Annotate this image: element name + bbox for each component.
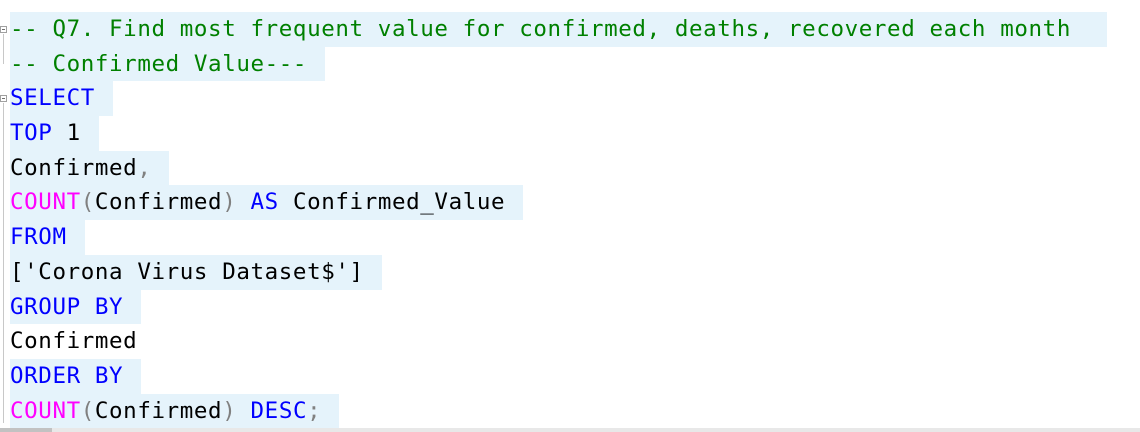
selected-text: FROM <box>10 220 85 255</box>
code-token: FROM <box>10 224 67 251</box>
code-token: Confirmed <box>10 154 138 181</box>
selected-text: -- Confirmed Value--- <box>10 46 326 82</box>
code-line[interactable]: -- Q7. Find most frequent value for conf… <box>10 12 1140 47</box>
selected-text: COUNT(Confirmed) DESC; <box>10 393 340 429</box>
horizontal-scrollbar[interactable] <box>0 428 1140 432</box>
selected-text: GROUP BY <box>10 289 142 325</box>
code-token: -- Q7. Find most frequent value for conf… <box>10 16 1071 42</box>
selected-text: ORDER BY <box>10 358 142 394</box>
code-line[interactable]: FROM <box>10 220 1140 255</box>
code-line[interactable]: TOP 1 <box>10 116 1140 151</box>
code-token: DESC <box>250 397 308 424</box>
fold-gutter <box>0 0 10 428</box>
code-token: ORDER BY <box>10 362 124 389</box>
code-line[interactable]: ['Corona Virus Dataset$'] <box>10 254 1140 290</box>
code-token: COUNT <box>10 189 81 216</box>
collapse-region-icon[interactable] <box>0 95 7 102</box>
code-token: COUNT <box>10 397 81 424</box>
selected-text: COUNT(Confirmed) AS Confirmed_Value <box>10 185 524 221</box>
selected-text: TOP 1 <box>10 116 99 151</box>
code-token: AS <box>250 189 279 216</box>
code-line[interactable]: COUNT(Confirmed) DESC; <box>10 393 1140 429</box>
code-token: ) <box>222 189 237 216</box>
selected-text: ['Corona Virus Dataset$'] <box>10 254 382 290</box>
code-line[interactable]: -- Confirmed Value--- <box>10 46 1140 82</box>
code-line[interactable]: SELECT <box>10 81 1140 117</box>
code-token: , <box>137 154 152 181</box>
sql-query-editor[interactable]: -- Q7. Find most frequent value for conf… <box>0 0 1140 432</box>
scrollbar-thumb[interactable] <box>0 428 52 432</box>
code-token: GROUP BY <box>10 293 124 320</box>
code-token: Confirmed <box>94 397 223 424</box>
code-token: SELECT <box>10 85 95 112</box>
code-line[interactable]: ORDER BY <box>10 358 1140 394</box>
fold-guide-line <box>3 103 4 423</box>
code-token: Confirmed_Value <box>278 189 506 216</box>
selected-text: SELECT <box>10 81 113 117</box>
code-line[interactable]: Confirmed <box>10 324 1140 359</box>
code-line[interactable]: GROUP BY <box>10 289 1140 325</box>
code-token: ['Corona Virus Dataset$'] <box>10 258 364 285</box>
code-token: ( <box>80 189 95 216</box>
code-token: 1 <box>52 120 81 147</box>
fold-guide-line <box>3 34 4 64</box>
code-token: TOP <box>10 120 53 147</box>
selected-text: Confirmed, <box>10 150 170 186</box>
code-line[interactable]: Confirmed, <box>10 150 1140 186</box>
code-token: ) <box>222 397 237 424</box>
line-text: Confirmed <box>10 328 137 354</box>
code-token: Confirmed <box>10 328 138 355</box>
selected-text: -- Q7. Find most frequent value for conf… <box>10 12 1107 47</box>
code-token: ( <box>80 397 95 424</box>
code-token: ; <box>307 397 322 424</box>
code-token: -- Confirmed Value--- <box>10 50 308 77</box>
code-area[interactable]: -- Q7. Find most frequent value for conf… <box>10 12 1140 429</box>
collapse-region-icon[interactable] <box>0 26 7 33</box>
code-token: Confirmed <box>94 189 223 216</box>
code-line[interactable]: COUNT(Confirmed) AS Confirmed_Value <box>10 185 1140 221</box>
